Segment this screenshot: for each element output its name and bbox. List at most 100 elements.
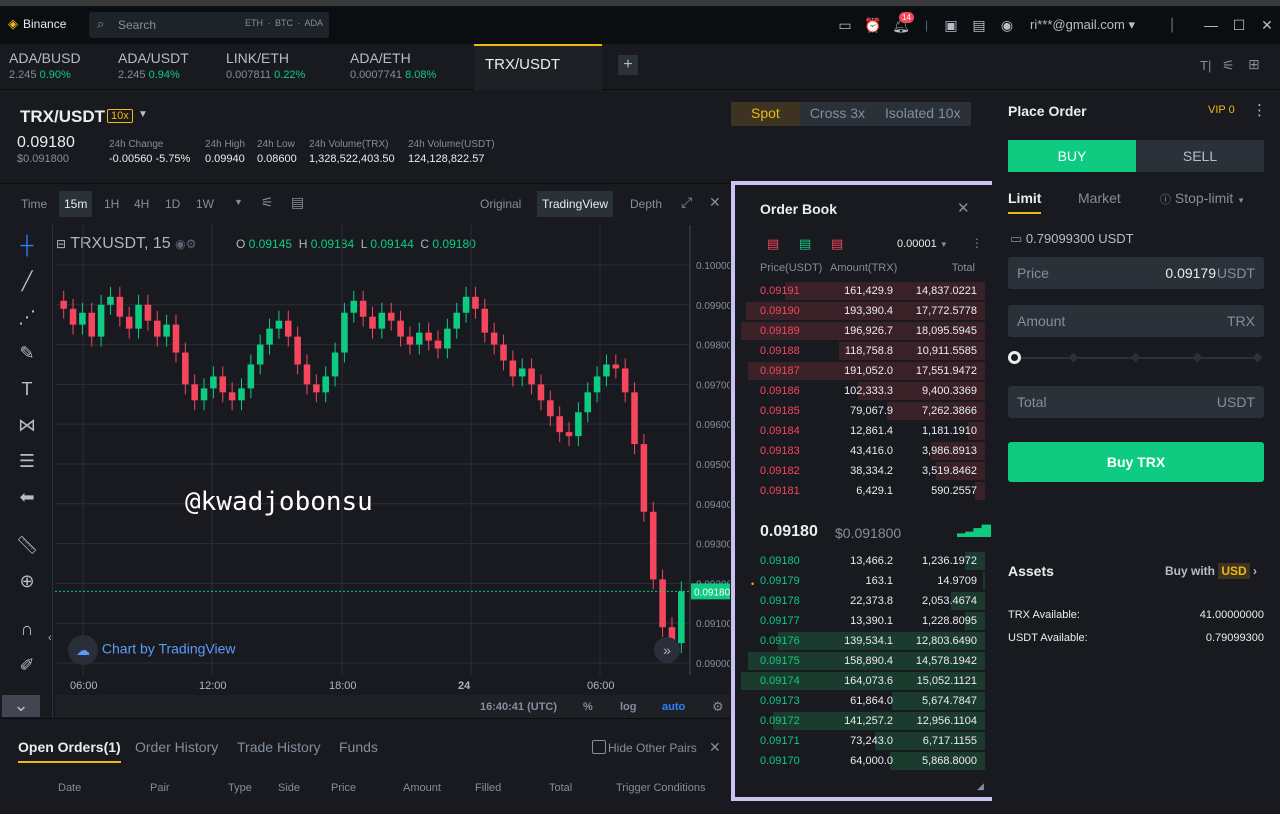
tab-open-orders[interactable]: Open Orders(1) — [18, 739, 121, 763]
ruler-icon[interactable]: 📏︎ — [14, 535, 40, 557]
amount-field[interactable]: Amount TRX — [1008, 305, 1264, 337]
sell-tab[interactable]: SELL — [1136, 140, 1264, 172]
limit-tab[interactable]: Limit — [1008, 190, 1042, 214]
collapse-toolbar-icon[interactable]: ⌄ — [2, 695, 40, 717]
ask-row[interactable]: 0.09181 6,429.1 590.2557 — [741, 481, 985, 501]
text-size-icon[interactable]: T| — [1200, 58, 1211, 73]
magnet-icon[interactable]: ∩ — [14, 619, 40, 641]
more-icon[interactable]: ⋮ — [1252, 101, 1267, 119]
ask-row[interactable]: 0.09189 196,926.7 18,095.5945 — [741, 321, 985, 341]
text-tool-icon[interactable]: T — [14, 379, 40, 401]
interval-1h[interactable]: 1H — [104, 197, 119, 211]
leverage-badge[interactable]: 10x — [107, 109, 133, 123]
bid-row[interactable]: 0.09174 164,073.6 15,052.1121 — [741, 671, 985, 691]
interval-4h[interactable]: 4H — [134, 197, 149, 211]
ask-row[interactable]: 0.09186 102,333.3 9,400.3369 — [741, 381, 985, 401]
bid-row[interactable]: 0.09170 64,000.0 5,868.8000 — [741, 751, 985, 771]
slider-handle[interactable] — [1008, 351, 1021, 364]
trendline-icon[interactable]: ╱ — [14, 271, 40, 293]
settings-sliders-icon[interactable]: ⚟ — [1222, 57, 1235, 74]
expand-icon[interactable]: ⤢ — [681, 194, 692, 211]
interval-15m[interactable]: 15m — [59, 191, 93, 217]
bid-row[interactable]: 0.09175 158,890.4 14,578.1942 — [741, 651, 985, 671]
price-field[interactable]: Price 0.09179 USDT — [1008, 257, 1264, 289]
brush-icon[interactable]: ✎ — [14, 343, 40, 365]
spot-button[interactable]: Spot — [731, 102, 800, 126]
alarm-icon[interactable]: ⏰ — [864, 16, 882, 34]
tab-funds[interactable]: Funds — [339, 739, 378, 755]
ask-row[interactable]: 0.09188 118,758.8 10,911.5585 — [741, 341, 985, 361]
book-asks-icon[interactable]: ▤ — [831, 236, 843, 252]
chevron-down-icon[interactable]: ▼ — [138, 109, 148, 120]
ask-row[interactable]: 0.09190 193,390.4 17,772.5778 — [741, 301, 985, 321]
bid-row[interactable]: 0.09179 163.1 14.9709 — [741, 571, 985, 591]
stop-limit-tab[interactable]: ⓘ Stop-limit ▼ — [1160, 190, 1245, 207]
close-orders-icon[interactable]: ✕ — [709, 739, 721, 756]
interval-dropdown-icon[interactable]: ▼ — [234, 197, 243, 207]
percent-toggle[interactable]: % — [583, 701, 593, 713]
tab-trx-usdt[interactable]: TRX/USDT — [474, 44, 602, 90]
app-brand[interactable]: ◈ Binance — [8, 16, 66, 32]
precision-select[interactable]: 0.00001 ▼ — [897, 238, 948, 250]
interval-1w[interactable]: 1W — [196, 197, 214, 211]
tab-trade-history[interactable]: Trade History — [237, 739, 321, 755]
bid-row[interactable]: 0.09173 61,864.0 5,674.7847 — [741, 691, 985, 711]
tab-ada-busd[interactable]: ADA/BUSD 2.245 0.90% — [0, 44, 110, 90]
fork-tool-icon[interactable]: ⋰ — [14, 307, 40, 329]
log-toggle[interactable]: log — [620, 701, 637, 713]
view-original[interactable]: Original — [480, 197, 521, 211]
layout-grid-icon[interactable]: ⊞ — [1248, 56, 1260, 73]
tab-ada-usdt[interactable]: ADA/USDT 2.245 0.94% — [109, 44, 219, 90]
tab-link-eth[interactable]: LINK/ETH 0.007811 0.22% — [217, 44, 342, 90]
layout-icon[interactable]: ▭ — [836, 16, 854, 34]
ask-row[interactable]: 0.09183 43,416.0 3,986.8913 — [741, 441, 985, 461]
fib-icon[interactable]: ☰ — [14, 451, 40, 473]
close-chart-icon[interactable]: ✕ — [709, 194, 721, 211]
indicator-settings-icon[interactable]: ⚟ — [261, 194, 274, 211]
ask-row[interactable]: 0.09187 191,052.0 17,551.9472 — [741, 361, 985, 381]
maximize-icon[interactable]: ☐ — [1230, 16, 1248, 34]
more-icon[interactable]: ⋮ — [971, 236, 983, 250]
bid-row[interactable]: 0.09172 141,257.2 12,956.1104 — [741, 711, 985, 731]
buy-trx-button[interactable]: Buy TRX — [1008, 442, 1264, 482]
arrow-left-icon[interactable]: ⬅ — [14, 487, 40, 509]
book-bids-icon[interactable]: ▤ — [799, 236, 811, 252]
ask-row[interactable]: 0.09184 12,861.4 1,181.1910 — [741, 421, 985, 441]
amount-slider[interactable] — [1008, 351, 1263, 365]
hide-other-checkbox[interactable] — [592, 740, 606, 754]
close-icon[interactable]: ✕ — [1258, 16, 1276, 34]
view-depth[interactable]: Depth — [630, 197, 662, 211]
search-box[interactable]: ⌕ Search ETH · BTC · ADA — [89, 12, 329, 38]
ask-row[interactable]: 0.09182 38,334.2 3,519.8462 — [741, 461, 985, 481]
minimize-icon[interactable]: — — [1202, 16, 1220, 34]
interval-1d[interactable]: 1D — [165, 197, 180, 211]
orders-icon[interactable]: ▤ — [970, 16, 988, 34]
slider-step[interactable] — [1068, 352, 1079, 363]
ask-row[interactable]: 0.09185 79,067.9 7,262.3866 — [741, 401, 985, 421]
book-both-icon[interactable]: ▤ — [767, 236, 779, 252]
slider-step[interactable] — [1192, 352, 1203, 363]
cross-button[interactable]: Cross 3x — [800, 102, 875, 126]
tradingview-credit[interactable]: ☁ Chart by TradingView — [68, 635, 235, 665]
buy-tab[interactable]: BUY — [1008, 140, 1136, 172]
search-input[interactable]: Search — [118, 18, 156, 32]
resize-handle-icon[interactable]: ◢ — [977, 781, 984, 792]
pair-title[interactable]: TRX/USDT — [20, 107, 105, 127]
crosshair-icon[interactable]: ┼ — [14, 235, 40, 257]
add-tab-icon[interactable]: + — [618, 55, 638, 75]
tab-ada-eth[interactable]: ADA/ETH 0.0007741 8.08% — [341, 44, 471, 90]
bid-row[interactable]: 0.09177 13,390.1 1,228.8095 — [741, 611, 985, 631]
buy-with-link[interactable]: Buy with USD › — [1165, 563, 1257, 579]
view-tradingview[interactable]: TradingView — [537, 191, 614, 217]
chart-settings-icon[interactable]: ⚙ — [712, 699, 724, 715]
auto-toggle[interactable]: auto — [662, 701, 685, 713]
account-menu[interactable]: ri***@gmail.com ▾ — [1030, 17, 1135, 33]
bid-row[interactable]: 0.09180 13,466.2 1,236.1972 — [741, 551, 985, 571]
template-icon[interactable]: ▤ — [291, 194, 304, 211]
slider-step[interactable] — [1130, 352, 1141, 363]
price-chart[interactable]: 0.10000 0.09900 0.09800 0.09700 0.09600 0.095… — [55, 225, 730, 695]
scroll-to-realtime-icon[interactable]: » — [654, 637, 680, 663]
total-field[interactable]: Total USDT — [1008, 386, 1264, 418]
market-tab[interactable]: Market — [1078, 190, 1121, 206]
lock-draw-icon[interactable]: ✐ — [14, 655, 40, 677]
